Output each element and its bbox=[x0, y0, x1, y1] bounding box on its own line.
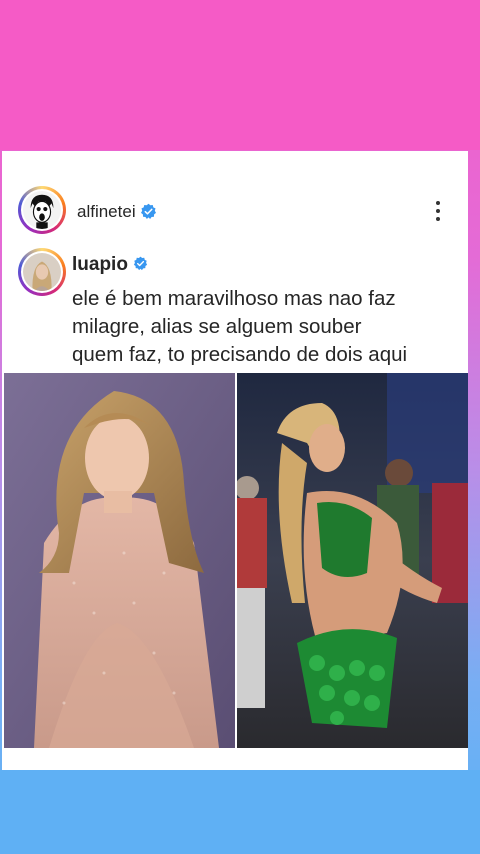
background-bottom bbox=[0, 770, 480, 854]
background-top bbox=[0, 0, 480, 150]
commenter-username-label[interactable]: luapio bbox=[72, 254, 128, 275]
dancer-green-costume-photo bbox=[237, 373, 468, 748]
commenter-avatar[interactable] bbox=[18, 248, 66, 296]
post-images bbox=[4, 373, 468, 748]
cartoon-face-avatar-icon bbox=[23, 191, 61, 229]
comment-text: ele é bem maravilhoso mas nao faz milagr… bbox=[72, 285, 467, 369]
woman-in-sequin-dress-photo bbox=[4, 373, 235, 748]
verified-badge-icon bbox=[140, 203, 156, 220]
commenter-photo bbox=[23, 253, 61, 291]
comment-line-1: ele é bem maravilhoso mas nao faz bbox=[72, 287, 396, 310]
post-card: alfinetei luapio ele é bem maravilhoso m… bbox=[2, 151, 468, 770]
post-header: alfinetei bbox=[2, 151, 468, 241]
commenter-verified-badge-icon bbox=[133, 256, 148, 271]
account-name[interactable]: alfinetei bbox=[77, 202, 157, 222]
more-options-icon[interactable] bbox=[429, 199, 447, 223]
account-avatar[interactable] bbox=[18, 186, 66, 234]
commenter-username[interactable]: luapio bbox=[72, 254, 148, 276]
account-name-label[interactable]: alfinetei bbox=[77, 202, 136, 221]
comment-line-3: quem faz, to precisando de dois aqui bbox=[72, 343, 408, 366]
comment-line-2: milagre, alias se alguem souber bbox=[72, 315, 362, 338]
